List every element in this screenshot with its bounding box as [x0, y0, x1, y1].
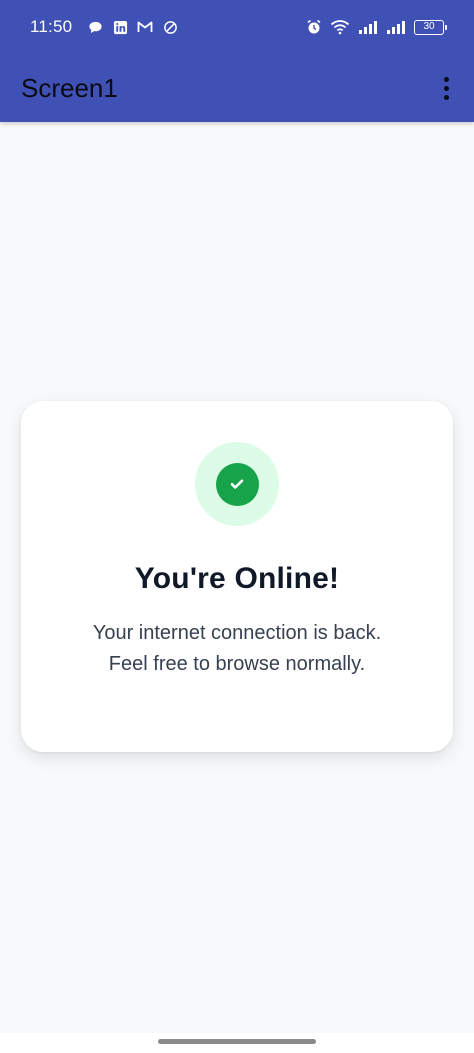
status-left: 11:50	[30, 17, 178, 37]
menu-dot	[443, 94, 449, 100]
checkmark-icon	[230, 479, 244, 489]
app-bar: Screen1	[0, 54, 474, 122]
home-indicator[interactable]	[158, 1039, 316, 1044]
menu-dot	[443, 85, 449, 91]
wifi-icon	[330, 19, 350, 35]
battery-icon: 30	[414, 19, 447, 35]
signal-icon	[358, 19, 378, 35]
status-icon-halo	[195, 442, 279, 526]
status-message: Your internet connection is back. Feel f…	[93, 618, 381, 680]
status-time: 11:50	[30, 17, 73, 36]
status-title: You're Online!	[134, 562, 340, 595]
status-message-line-2: Feel free to browse normally.	[108, 653, 366, 675]
do-not-disturb-icon	[162, 19, 178, 35]
navigation-bar	[0, 1033, 474, 1053]
status-message-line-1: Your internet connection is back.	[92, 622, 382, 644]
status-bar: 11:50 30	[0, 0, 474, 54]
linkedin-icon	[112, 19, 128, 35]
gmail-icon	[137, 19, 153, 35]
online-status-card: You're Online! Your internet connection …	[21, 401, 453, 752]
status-right: 30	[306, 19, 447, 35]
app-title: Screen1	[21, 72, 118, 103]
menu-dot	[443, 76, 449, 82]
signal-icon	[386, 19, 406, 35]
check-circle-icon	[215, 462, 259, 506]
more-vert-icon[interactable]	[436, 68, 456, 108]
alarm-icon	[306, 19, 322, 35]
chat-bubble-icon	[87, 19, 103, 35]
